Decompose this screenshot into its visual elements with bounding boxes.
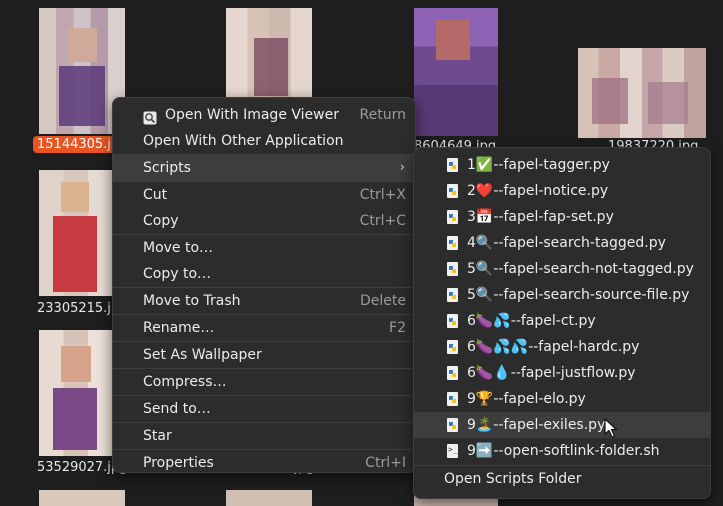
python-file-icon <box>447 366 458 380</box>
pixel-block <box>592 78 628 124</box>
chevron-right-icon: › <box>399 160 405 175</box>
menu-star[interactable]: Star <box>113 423 415 449</box>
python-file-icon <box>447 418 458 432</box>
script-item-justflow[interactable]: 6🍆💧--fapel-justflow.py <box>414 360 710 386</box>
shell-script-icon: >_ <box>447 444 458 458</box>
menu-item-label: Scripts <box>143 160 191 176</box>
thumbnail-23305215[interactable] <box>39 170 113 296</box>
script-item-hardc[interactable]: 6🍆💦💦--fapel-hardc.py <box>414 334 710 360</box>
pixel-block <box>67 28 97 62</box>
menu-item-accel: Ctrl+I <box>365 455 406 471</box>
thumbnail-2[interactable] <box>226 8 312 100</box>
menu-item-accel: Delete <box>360 293 406 309</box>
mouse-pointer-icon <box>604 418 618 438</box>
file-context-menu: Open With Image Viewer Return Open With … <box>112 97 416 473</box>
pixel-block <box>254 38 288 96</box>
menu-item-label: Open With Other Application <box>143 133 344 149</box>
script-item-open-softlink-folder[interactable]: >_ 9➡️--open-softlink-folder.sh <box>414 438 710 464</box>
script-label: 9🏝️--fapel-exiles.py <box>467 417 606 433</box>
menu-item-label: Copy <box>143 213 179 229</box>
image-viewer-icon <box>143 108 157 125</box>
pixel-block <box>648 82 688 124</box>
script-label: 6🍆💧--fapel-justflow.py <box>467 365 636 381</box>
python-file-icon <box>447 236 458 250</box>
python-file-icon <box>447 184 458 198</box>
script-label: 4🔍--fapel-search-tagged.py <box>467 235 666 251</box>
python-file-icon <box>447 262 458 276</box>
thumbnail-row4-2[interactable] <box>226 490 312 506</box>
menu-open-with-image-viewer[interactable]: Open With Image Viewer Return <box>113 102 415 128</box>
pixel-block <box>61 182 89 212</box>
script-label: 3📅--fapel-fap-set.py <box>467 209 614 225</box>
pixelated-image <box>39 490 125 506</box>
open-scripts-folder[interactable]: Open Scripts Folder <box>414 466 710 492</box>
menu-item-label: Open With Image Viewer <box>165 107 339 123</box>
menu-set-as-wallpaper[interactable]: Set As Wallpaper <box>113 342 415 368</box>
menu-open-with-other-application[interactable]: Open With Other Application <box>113 128 415 154</box>
script-label: 6🍆💦--fapel-ct.py <box>467 313 596 329</box>
thumbnail-53529027[interactable] <box>39 330 113 456</box>
thumbnail-row4-1[interactable] <box>39 490 125 506</box>
script-label: 5🔍--fapel-search-source-file.py <box>467 287 690 303</box>
script-item-elo[interactable]: 9🏆--fapel-elo.py <box>414 386 710 412</box>
menu-compress[interactable]: Compress… <box>113 369 415 395</box>
python-file-icon <box>447 158 458 172</box>
script-item-search-not-tagged[interactable]: 5🔍--fapel-search-not-tagged.py <box>414 256 710 282</box>
menu-cut[interactable]: Cut Ctrl+X <box>113 182 415 208</box>
menu-item-label: Star <box>143 428 172 444</box>
menu-item-accel: Ctrl+C <box>359 213 406 229</box>
menu-properties[interactable]: Properties Ctrl+I <box>113 450 415 476</box>
script-item-tagger[interactable]: 1✅--fapel-tagger.py <box>414 152 710 178</box>
menu-item-label: Rename… <box>143 320 215 336</box>
menu-item-label: Set As Wallpaper <box>143 347 262 363</box>
script-label: 6🍆💦💦--fapel-hardc.py <box>467 339 640 355</box>
pixel-block <box>61 346 91 382</box>
python-file-icon <box>447 314 458 328</box>
python-file-icon <box>447 392 458 406</box>
scripts-submenu: 1✅--fapel-tagger.py 2❤️--fapel-notice.py… <box>413 147 711 499</box>
menu-rename[interactable]: Rename… F2 <box>113 315 415 341</box>
menu-item-accel: F2 <box>389 320 406 336</box>
file-name-23305215[interactable]: 23305215.jp <box>37 300 119 317</box>
menu-item-label: Compress… <box>143 374 227 390</box>
script-label: 2❤️--fapel-notice.py <box>467 183 609 199</box>
pixel-block <box>436 20 470 60</box>
menu-item-label: Copy to… <box>143 266 212 282</box>
script-item-notice[interactable]: 2❤️--fapel-notice.py <box>414 178 710 204</box>
menu-item-label: Move to Trash <box>143 293 241 309</box>
python-file-icon <box>447 210 458 224</box>
pixel-block <box>53 388 97 450</box>
script-item-search-tagged[interactable]: 4🔍--fapel-search-tagged.py <box>414 230 710 256</box>
menu-send-to[interactable]: Send to… <box>113 396 415 422</box>
menu-item-accel: Ctrl+X <box>359 187 406 203</box>
python-file-icon <box>447 288 458 302</box>
script-item-ct[interactable]: 6🍆💦--fapel-ct.py <box>414 308 710 334</box>
menu-item-accel: Return <box>359 107 406 123</box>
script-item-exiles[interactable]: 9🏝️--fapel-exiles.py <box>414 412 710 438</box>
script-label: 9➡️--open-softlink-folder.sh <box>467 443 660 459</box>
menu-move-to-trash[interactable]: Move to Trash Delete <box>113 288 415 314</box>
script-item-fap-set[interactable]: 3📅--fapel-fap-set.py <box>414 204 710 230</box>
open-scripts-folder-label: Open Scripts Folder <box>444 471 582 487</box>
menu-item-label: Properties <box>143 455 214 471</box>
menu-item-label: Move to… <box>143 240 214 256</box>
python-file-icon <box>447 340 458 354</box>
thumbnail-8604649[interactable] <box>414 8 498 136</box>
script-item-search-source-file[interactable]: 5🔍--fapel-search-source-file.py <box>414 282 710 308</box>
menu-item-label: Send to… <box>143 401 211 417</box>
script-label: 5🔍--fapel-search-not-tagged.py <box>467 261 694 277</box>
menu-copy[interactable]: Copy Ctrl+C <box>113 208 415 234</box>
thumbnail-19837220[interactable] <box>578 48 706 138</box>
pixel-block <box>59 66 105 126</box>
pixelated-image <box>226 490 312 506</box>
menu-item-label: Cut <box>143 187 168 203</box>
menu-scripts[interactable]: Scripts › <box>113 155 415 181</box>
menu-move-to[interactable]: Move to… <box>113 235 415 261</box>
script-label: 9🏆--fapel-elo.py <box>467 391 586 407</box>
pixel-block <box>53 216 97 292</box>
menu-copy-to[interactable]: Copy to… <box>113 261 415 287</box>
script-label: 1✅--fapel-tagger.py <box>467 157 610 173</box>
